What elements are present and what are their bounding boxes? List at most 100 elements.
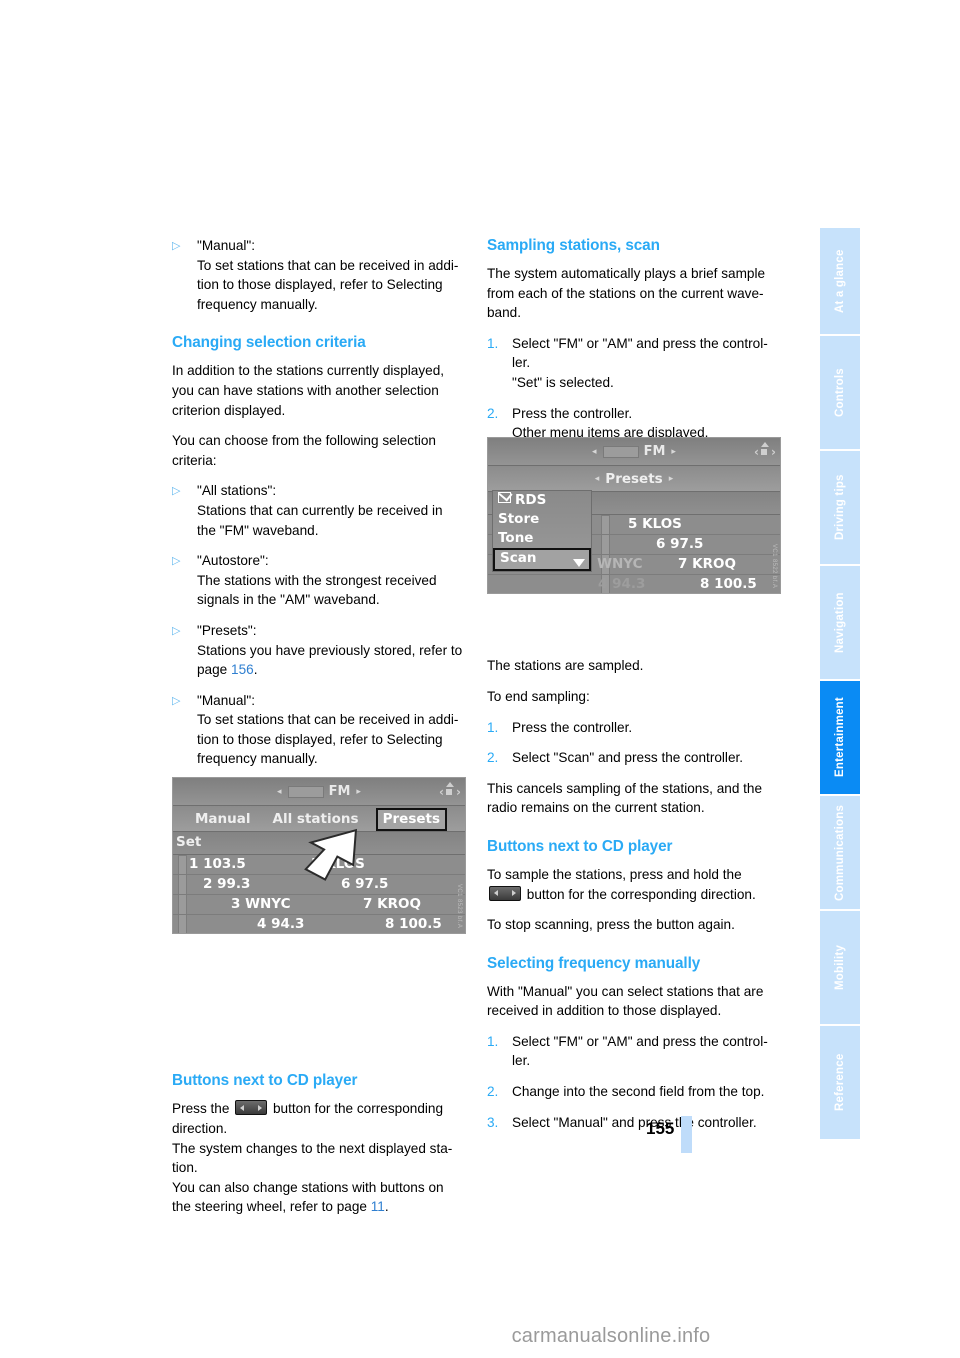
paragraph-cd-changes: The system changes to the next displayed… xyxy=(172,1140,453,1176)
sidebar-item-mobility[interactable]: Mobility xyxy=(820,911,860,1024)
sidebar-item-entertainment[interactable]: Entertainment xyxy=(820,681,860,794)
bullet-body: To set stations that can be received in … xyxy=(197,712,459,767)
right-arrow-icon: ▸ xyxy=(668,473,674,484)
triangle-bullet-icon: ▷ xyxy=(172,485,181,498)
step-item: 2. Change into the second field from the… xyxy=(487,1082,779,1102)
step-item: 1. Press the controller. xyxy=(487,718,779,738)
station-name: 100.5 xyxy=(399,916,442,932)
station-row[interactable]: 3 WNYC 7 KROQ xyxy=(173,895,465,915)
station-name: 99.3 xyxy=(217,876,251,892)
step-item: 1. Select "FM" or "AM" and press the con… xyxy=(487,1032,779,1071)
step-item: 2. Select "Scan" and press the controlle… xyxy=(487,748,779,768)
left-arrow-icon: ◂ xyxy=(594,473,600,484)
checkbox-checked-icon xyxy=(498,492,511,503)
step-text: Select "FM" or "AM" and press the contro… xyxy=(512,1033,768,1069)
triangle-bullet-icon: ▷ xyxy=(172,624,181,637)
waveband-label: FM xyxy=(328,784,351,799)
bullet-label: "Manual": xyxy=(197,238,256,253)
figure-code: VC1 8523 bf.A xyxy=(456,883,462,928)
right-column: Sampling stations, scan The system autom… xyxy=(487,236,779,1143)
sidebar-item-driving-tips[interactable]: Driving tips xyxy=(820,451,860,564)
station-number: 3 xyxy=(231,896,241,912)
station-number: 2 xyxy=(203,876,213,892)
radio-display-screenshot-scan-menu: ◂ FM ▸ ‹› ◂ Presets ▸ 5 KLOS 6 97.5 3 WN… xyxy=(487,437,781,594)
menu-item-rds[interactable]: RDS xyxy=(493,491,591,510)
bullet-label: "Manual": xyxy=(197,692,256,708)
heading-buttons-next-to-cd-player-left: Buttons next to CD player xyxy=(172,1072,358,1090)
triangle-bullet-icon: ▷ xyxy=(172,555,181,568)
menu-item-label: Scan xyxy=(500,550,537,566)
station-row[interactable]: 4 94.3 8 100.5 xyxy=(488,575,780,593)
step-number: 1. xyxy=(487,719,499,735)
triangle-bullet-icon: ▷ xyxy=(172,694,181,707)
station-name: 97.5 xyxy=(670,536,704,552)
cd-steering-after: . xyxy=(384,1199,389,1215)
cd-text-before: Press the xyxy=(172,1101,234,1117)
bullet-body: Stations that can currently be received … xyxy=(197,502,443,538)
menu-item-manual[interactable]: Manual xyxy=(195,811,251,827)
step-number: 1. xyxy=(487,335,499,351)
menu-item-scan-selected[interactable]: Scan xyxy=(493,548,591,571)
set-label[interactable]: Set xyxy=(176,834,201,850)
menu-item-store[interactable]: Store xyxy=(493,510,591,529)
menu-item-tone[interactable]: Tone xyxy=(493,529,591,548)
paragraph-sample-hold-button: To sample the stations, press and hold t… xyxy=(487,865,779,904)
submenu-label-presets[interactable]: Presets xyxy=(605,471,662,487)
page-number: 155 xyxy=(646,1119,675,1138)
bullet-body: To set stations that can be received in … xyxy=(197,257,459,312)
bullet-body: The stations with the strongest received… xyxy=(197,572,437,608)
station-name: 94.3 xyxy=(612,576,646,592)
screenshot1-title-bar: ◂ FM ▸ ‹ › xyxy=(173,778,465,806)
sidebar-item-controls[interactable]: Controls xyxy=(820,336,860,449)
menu-item-label: Store xyxy=(498,511,540,527)
band-indicator-icon xyxy=(602,445,639,458)
station-name: 94.3 xyxy=(271,916,305,932)
band-indicator-icon xyxy=(287,785,324,798)
station-row[interactable]: 4 94.3 8 100.5 xyxy=(173,915,465,933)
left-column: ▷ "Manual": To set stations that can be … xyxy=(172,236,464,1217)
step-text: Select "Scan" and press the controller. xyxy=(512,750,744,766)
paragraph-stop-scanning: To stop scanning, press the button again… xyxy=(487,917,735,933)
figure-code: VC1 8522 bf.A xyxy=(771,543,777,588)
bullet-all-stations: ▷ "All stations": Stations that can curr… xyxy=(172,481,464,540)
station-number: 4 xyxy=(257,916,267,932)
menu-item-presets-selected[interactable]: Presets xyxy=(375,808,447,831)
menu-item-label: Tone xyxy=(498,530,534,546)
menu-item-label: RDS xyxy=(515,492,547,508)
cd-text-after: button for the corresponding direction. xyxy=(523,886,756,902)
step-item: 1. Select "FM" or "AM" and press the con… xyxy=(487,334,779,393)
heading-changing-selection-criteria: Changing selection criteria xyxy=(172,334,366,352)
step-text: Press the controller. xyxy=(512,719,633,735)
triangle-bullet-icon: ▷ xyxy=(172,240,181,252)
bullet-manual-top: ▷ "Manual": To set stations that can be … xyxy=(172,236,464,314)
chevron-down-icon xyxy=(573,559,585,567)
right-arrow-icon: ▸ xyxy=(356,786,361,797)
sidebar-item-navigation[interactable]: Navigation xyxy=(820,566,860,679)
step-number: 2. xyxy=(487,750,499,766)
paragraph-stations-sampled: The stations are sampled. xyxy=(487,658,644,674)
station-name: KLOS xyxy=(642,516,682,532)
station-name: KROQ xyxy=(692,556,736,572)
heading-sampling-stations-scan: Sampling stations, scan xyxy=(487,237,660,254)
screenshot2-title-bar: ◂ FM ▸ ‹ › xyxy=(488,438,780,466)
screenshot2-menu-bar: ◂ Presets ▸ xyxy=(488,466,780,492)
station-name: WNYC xyxy=(597,556,643,572)
context-menu-dropdown: RDS Store Tone Scan xyxy=(492,490,592,572)
step-number: 2. xyxy=(487,1084,499,1100)
cd-skip-button-icon xyxy=(489,885,521,901)
manual-page: ▷ "Manual": To set stations that can be … xyxy=(0,0,960,1358)
paragraph-cd-steering: You can also change stations with button… xyxy=(172,1178,464,1217)
sidebar-item-reference[interactable]: Reference xyxy=(820,1026,860,1139)
page-number-bar xyxy=(681,1116,692,1153)
step-text: Change into the second field from the to… xyxy=(512,1084,765,1100)
heading-selecting-frequency-manually: Selecting frequency manually xyxy=(487,954,701,972)
left-arrow-icon: ◂ xyxy=(277,786,282,797)
sidebar-item-at-a-glance[interactable]: At a glance xyxy=(820,228,860,334)
station-number: 4 xyxy=(598,576,608,592)
page-reference-link[interactable]: 11 xyxy=(371,1199,385,1214)
sidebar-item-communications[interactable]: Communications xyxy=(820,796,860,909)
site-watermark: carmanualsonline.info xyxy=(511,1325,711,1347)
page-reference-link[interactable]: 156 xyxy=(231,662,254,677)
heading-buttons-next-to-cd-player-right: Buttons next to CD player xyxy=(487,837,673,855)
cd-text-before: To sample the stations, press and hold t… xyxy=(487,866,742,882)
